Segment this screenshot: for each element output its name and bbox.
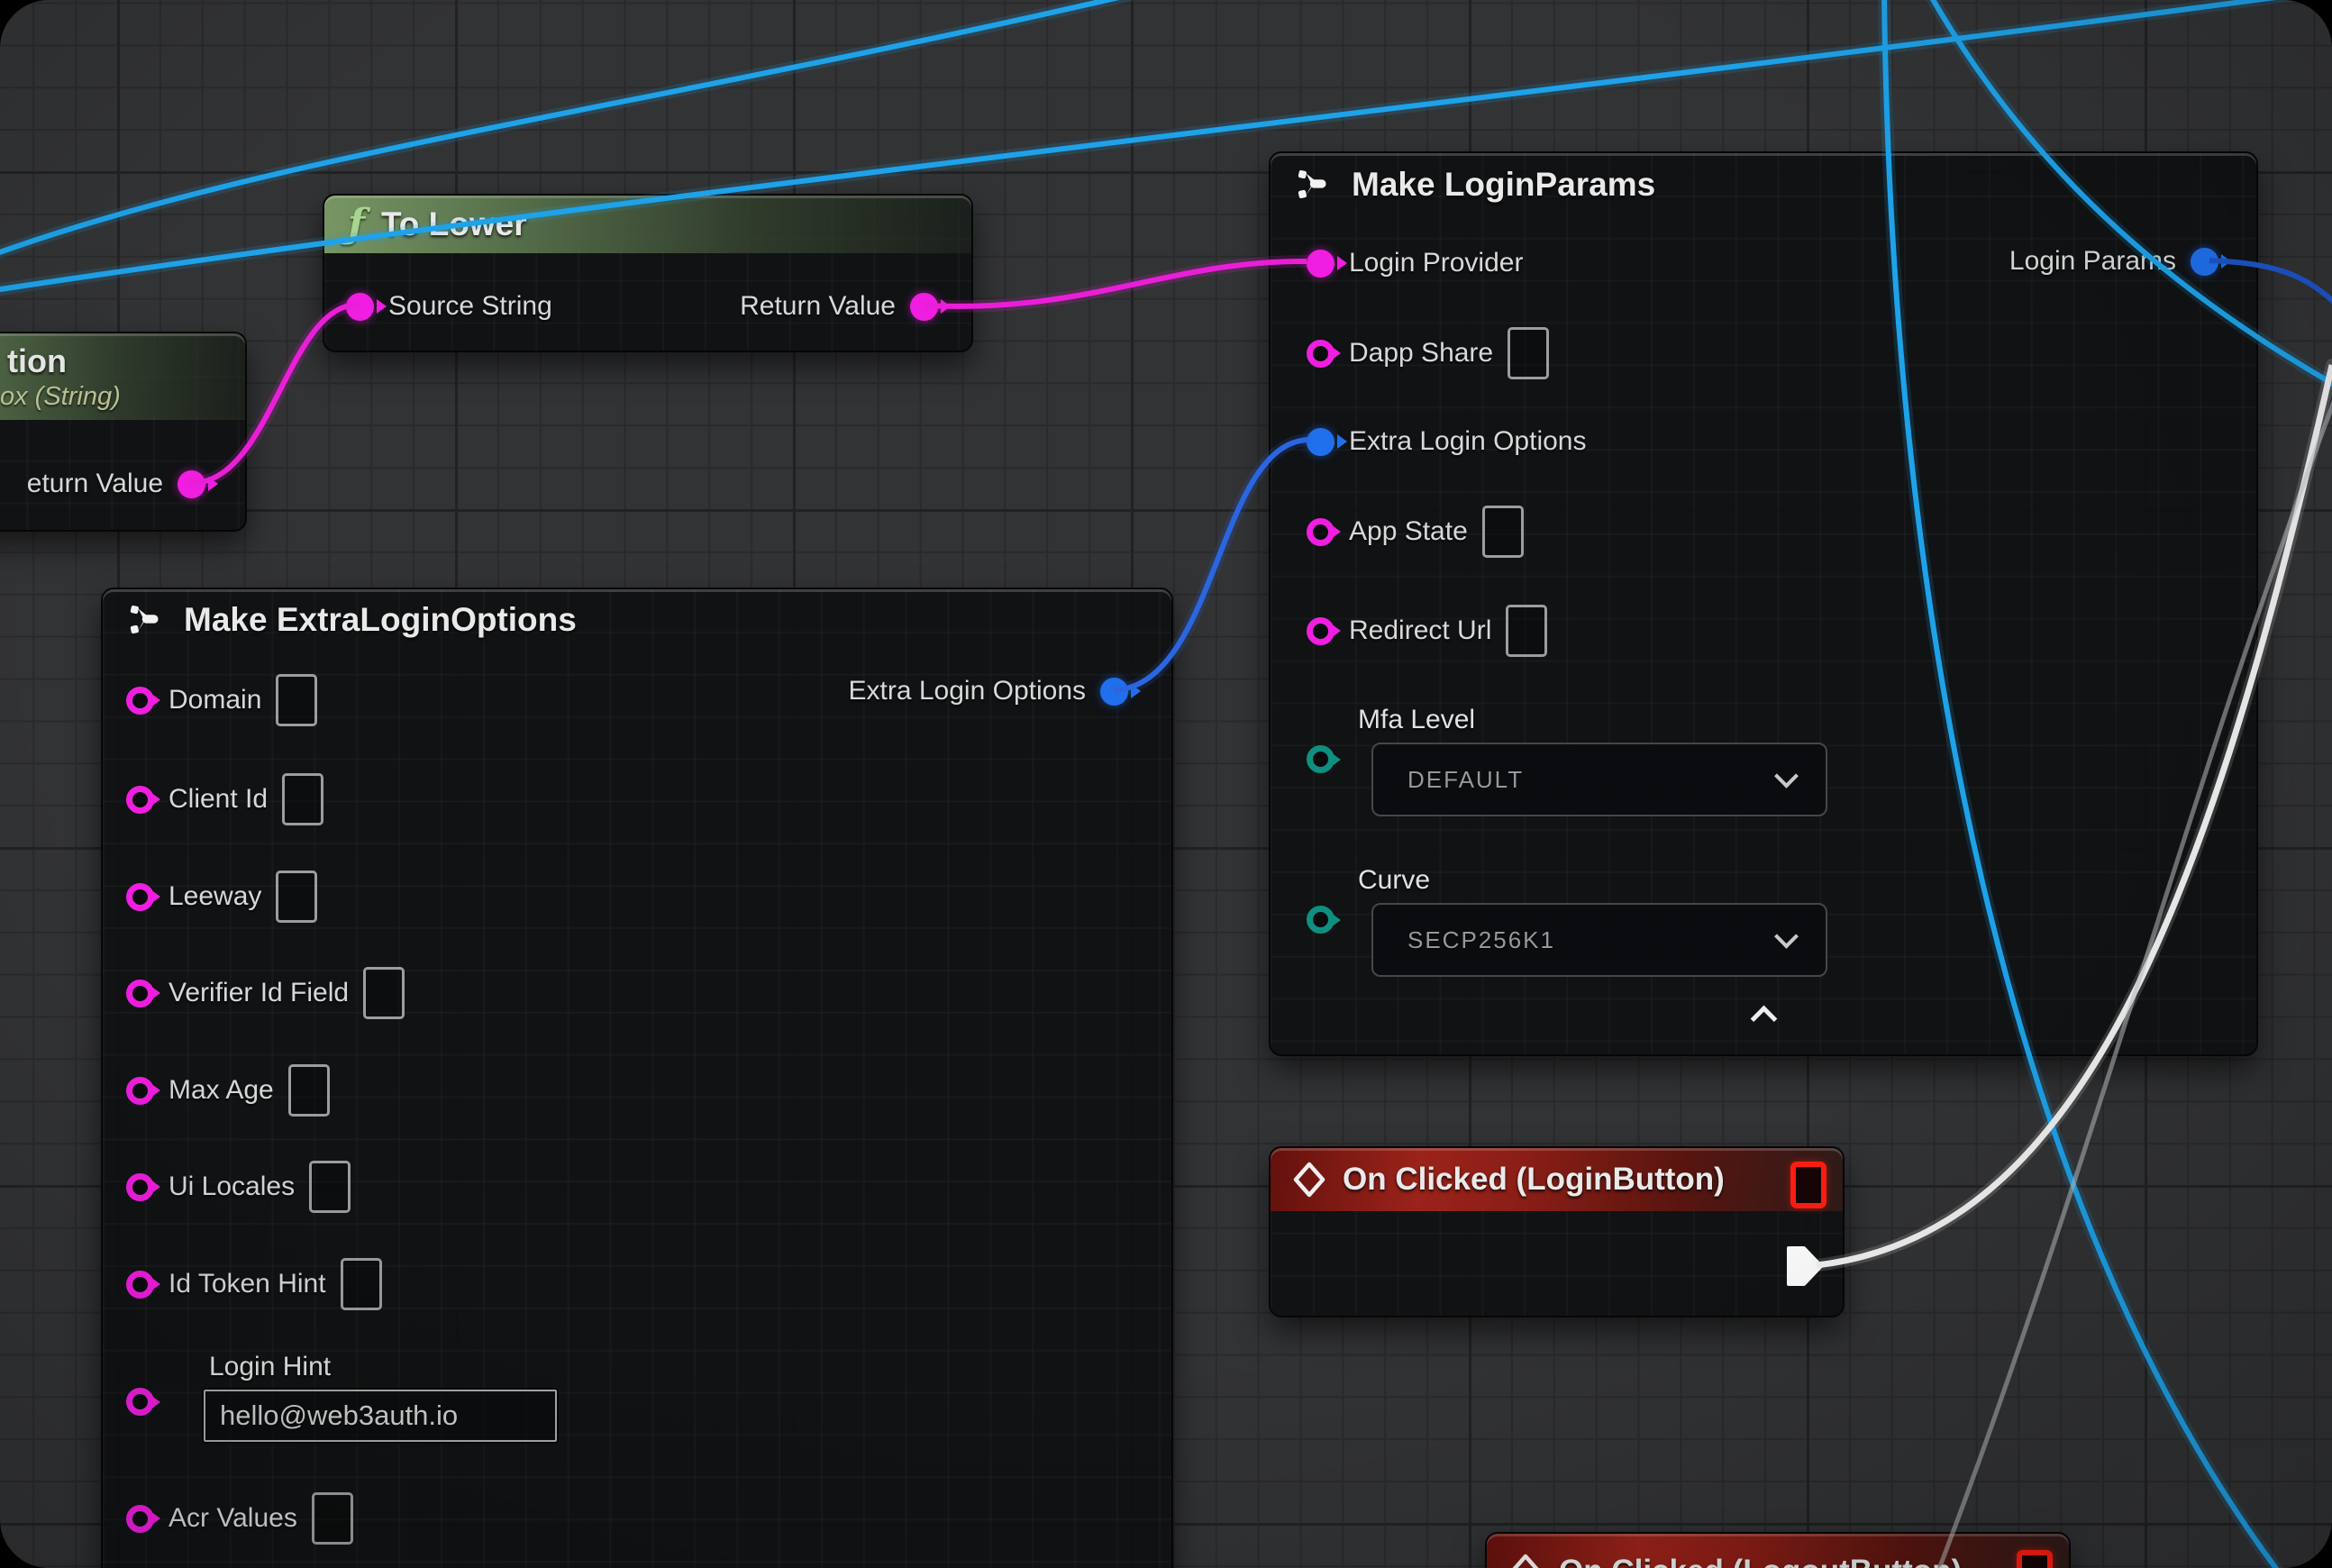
exec-output-pin[interactable] [1786,1245,1824,1287]
node-make-login-params[interactable]: Make LoginParams Login Params Login Prov… [1269,151,2258,1056]
login-provider-label: Login Provider [1349,248,1523,278]
login-hint-input[interactable]: hello@web3auth.io [204,1390,557,1442]
node-title: Make ExtraLoginOptions [184,601,577,639]
event-icon [1507,1553,1544,1568]
extra-login-options-label: Extra Login Options [1349,426,1586,457]
source-string-label: Source String [388,291,552,322]
login-hint-value: hello@web3auth.io [220,1399,458,1432]
acr-values-checkbox[interactable] [312,1492,353,1545]
node-title: To Lower [381,205,527,243]
verifier-id-field-label: Verifier Id Field [169,978,349,1008]
return-value-pin[interactable] [178,470,205,498]
dapp-share-checkbox[interactable] [1508,327,1549,379]
leeway-checkbox[interactable] [276,871,317,923]
app-state-pin[interactable] [1307,518,1335,546]
node-title: On Clicked (LoginButton) [1343,1162,1725,1198]
mfa-level-dropdown[interactable]: DEFAULT [1371,743,1827,816]
curve-label: Curve [1358,865,1430,896]
login-hint-pin[interactable] [126,1388,154,1416]
extra-login-options-output-pin[interactable] [1100,678,1128,706]
return-value-pin[interactable] [910,293,938,321]
id-token-hint-label: Id Token Hint [169,1269,326,1299]
node-to-lower[interactable]: ƒ To Lower Source String Return Value [323,194,973,352]
client-id-label: Client Id [169,784,268,815]
max-age-checkbox[interactable] [288,1064,330,1117]
blueprint-canvas[interactable]: tion ox (String) eturn Value ƒ To Lower … [0,0,2332,1568]
domain-label: Domain [169,685,261,716]
node-make-extra-login-options[interactable]: Make ExtraLoginOptions Extra Login Optio… [101,588,1173,1568]
client-id-checkbox[interactable] [282,773,323,825]
ui-locales-checkbox[interactable] [309,1161,351,1213]
verifier-id-field-checkbox[interactable] [363,967,405,1019]
node-title-fragment: tion [0,342,67,380]
wire-tolower-to-login-provider [925,261,1307,306]
curve-pin[interactable] [1307,906,1335,934]
id-token-hint-checkbox[interactable] [341,1258,382,1310]
app-state-checkbox[interactable] [1482,506,1524,558]
acr-values-pin[interactable] [126,1505,154,1533]
node-title: Make LoginParams [1352,166,1655,204]
chevron-up-icon [1750,1006,1777,1033]
login-params-output-pin[interactable] [2191,248,2218,276]
domain-checkbox[interactable] [276,674,317,726]
dapp-share-pin[interactable] [1307,340,1335,368]
app-state-label: App State [1349,516,1468,547]
return-value-label: Return Value [740,291,896,322]
acr-values-label: Acr Values [169,1503,297,1534]
collapse-node-button[interactable] [1752,1004,1775,1022]
return-value-label: eturn Value [27,469,163,499]
node-on-clicked-logout-button[interactable]: On Clicked (LogoutButton) [1485,1532,2071,1568]
max-age-pin[interactable] [126,1077,154,1105]
max-age-label: Max Age [169,1075,274,1106]
node-textbox-partial[interactable]: tion ox (String) eturn Value [0,332,247,532]
redirect-url-checkbox[interactable] [1506,605,1547,657]
leeway-label: Leeway [169,881,261,912]
verifier-id-field-pin[interactable] [126,980,154,1007]
chevron-down-icon [1774,763,1799,788]
source-string-pin[interactable] [346,293,374,321]
leeway-pin[interactable] [126,883,154,911]
delegate-pin[interactable] [1790,1162,1826,1208]
ui-locales-pin[interactable] [126,1173,154,1201]
event-icon [1290,1161,1328,1199]
domain-pin[interactable] [126,687,154,715]
extra-login-options-output-label: Extra Login Options [849,676,1086,707]
login-hint-label: Login Hint [209,1352,331,1382]
login-provider-pin[interactable] [1307,250,1335,278]
ui-locales-label: Ui Locales [169,1171,295,1202]
node-title: On Clicked (LogoutButton) [1559,1554,1962,1568]
dapp-share-label: Dapp Share [1349,338,1493,369]
redirect-url-label: Redirect Url [1349,615,1491,646]
make-struct-icon [1294,164,1335,205]
blueprint-editor-screenshot: tion ox (String) eturn Value ƒ To Lower … [0,0,2332,1568]
make-struct-icon [126,599,168,641]
curve-dropdown[interactable]: SECP256K1 [1371,903,1827,977]
delegate-pin[interactable] [2017,1550,2053,1568]
chevron-down-icon [1774,924,1799,948]
id-token-hint-pin[interactable] [126,1271,154,1299]
client-id-pin[interactable] [126,786,154,814]
function-icon: ƒ [348,205,365,244]
node-on-clicked-login-button[interactable]: On Clicked (LoginButton) [1269,1146,1845,1317]
curve-value: SECP256K1 [1407,926,1555,954]
mfa-level-pin[interactable] [1307,745,1335,773]
redirect-url-pin[interactable] [1307,617,1335,645]
login-params-output-label: Login Params [2009,246,2176,277]
mfa-level-value: DEFAULT [1407,766,1524,794]
mfa-level-label: Mfa Level [1358,705,1475,735]
extra-login-options-pin[interactable] [1307,428,1335,456]
node-subtitle-fragment: ox (String) [0,382,121,412]
